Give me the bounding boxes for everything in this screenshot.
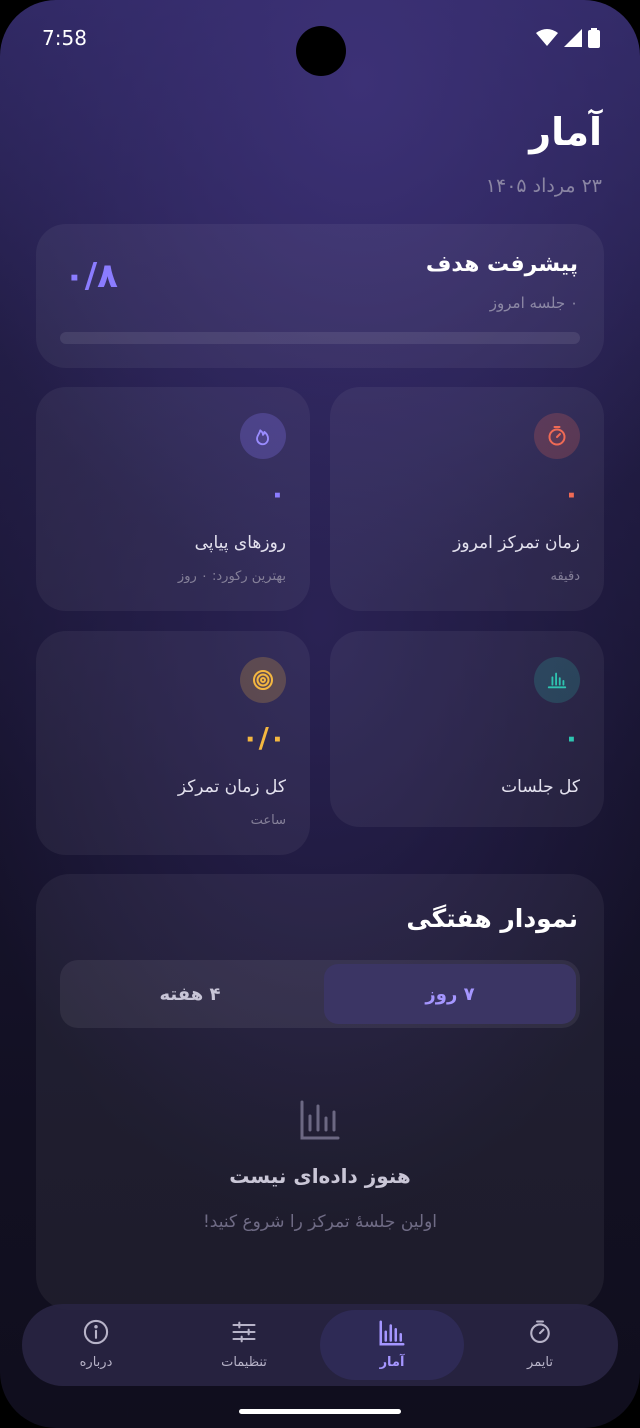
bottom-navigation: تایمر آمار تنظیمات درباره (22, 1304, 618, 1386)
stat-label: زمان تمرکز امروز (453, 533, 580, 553)
tab-4-weeks[interactable]: ۴ هفته (64, 964, 316, 1024)
stats-icon (379, 1320, 405, 1346)
status-time: 7:58 (42, 26, 87, 50)
stopwatch-icon (534, 413, 580, 459)
home-indicator[interactable] (239, 1409, 401, 1414)
status-bar: 7:58 (0, 0, 640, 80)
nav-label: تایمر (527, 1355, 553, 1370)
screen: 7:58 آمار ۲۳ مرداد ۱۴۰۵ پیشرفت هدف ۰ جلس… (0, 0, 640, 1428)
nav-item-timer[interactable]: تایمر (468, 1310, 612, 1380)
empty-state-title: هنوز داده‌ای نیست (229, 1164, 411, 1188)
nav-item-about[interactable]: درباره (24, 1310, 168, 1380)
weekly-chart-card: نمودار هفتگی ۷ روز ۴ هفته هنوز داده‌ای ن… (36, 874, 604, 1310)
bar-chart-icon (300, 1100, 340, 1140)
stat-card-streak: ۰ روزهای پیاپی بهترین رکورد: ۰ روز (36, 387, 310, 611)
chart-range-toggle: ۷ روز ۴ هفته (60, 960, 580, 1028)
nav-item-settings[interactable]: تنظیمات (172, 1310, 316, 1380)
stat-label: روزهای پیاپی (194, 533, 286, 553)
nav-item-stats[interactable]: آمار (320, 1310, 464, 1380)
timer-icon (530, 1320, 550, 1343)
signal-icon (564, 29, 582, 47)
stat-value: ۰ (268, 477, 286, 510)
stat-unit: ساعت (250, 813, 286, 828)
stat-label: کل جلسات (501, 777, 580, 797)
nav-label: آمار (379, 1355, 405, 1370)
tab-7-days[interactable]: ۷ روز (324, 964, 576, 1024)
wifi-icon (536, 29, 558, 46)
stat-label: کل زمان تمرکز (177, 777, 286, 797)
goal-value: ۰/۸ (64, 256, 118, 296)
stat-value: ۰/۰ (241, 721, 286, 754)
page-date: ۲۳ مرداد ۱۴۰۵ (485, 175, 602, 197)
nav-label: درباره (79, 1355, 113, 1370)
stat-card-total-focus: ۰/۰ کل زمان تمرکز ساعت (36, 631, 310, 855)
bar-chart-icon (534, 657, 580, 703)
empty-state-subtitle: اولین جلسهٔ تمرکز را شروع کنید! (202, 1212, 438, 1232)
stat-card-total-sessions: ۰ کل جلسات (330, 631, 604, 827)
goal-subtitle: ۰ جلسه امروز (489, 294, 578, 312)
flame-icon (240, 413, 286, 459)
info-icon (83, 1319, 109, 1345)
sliders-icon (232, 1321, 256, 1343)
target-icon (240, 657, 286, 703)
stat-best-record: بهترین رکورد: ۰ روز (177, 569, 286, 584)
stat-value: ۰ (562, 477, 580, 510)
goal-title: پیشرفت هدف (425, 252, 578, 277)
stat-unit: دقیقه (550, 569, 580, 584)
goal-progress-card: پیشرفت هدف ۰ جلسه امروز ۰/۸ (36, 224, 604, 368)
page-title: آمار (529, 110, 602, 154)
status-icons (536, 28, 600, 48)
goal-progress-bar (60, 332, 580, 344)
nav-label: تنظیمات (221, 1355, 267, 1370)
battery-icon (588, 28, 600, 48)
chart-title: نمودار هفتگی (406, 904, 578, 933)
front-camera (296, 26, 346, 76)
stat-value: ۰ (562, 721, 580, 754)
stat-card-focus-today: ۰ زمان تمرکز امروز دقیقه (330, 387, 604, 611)
